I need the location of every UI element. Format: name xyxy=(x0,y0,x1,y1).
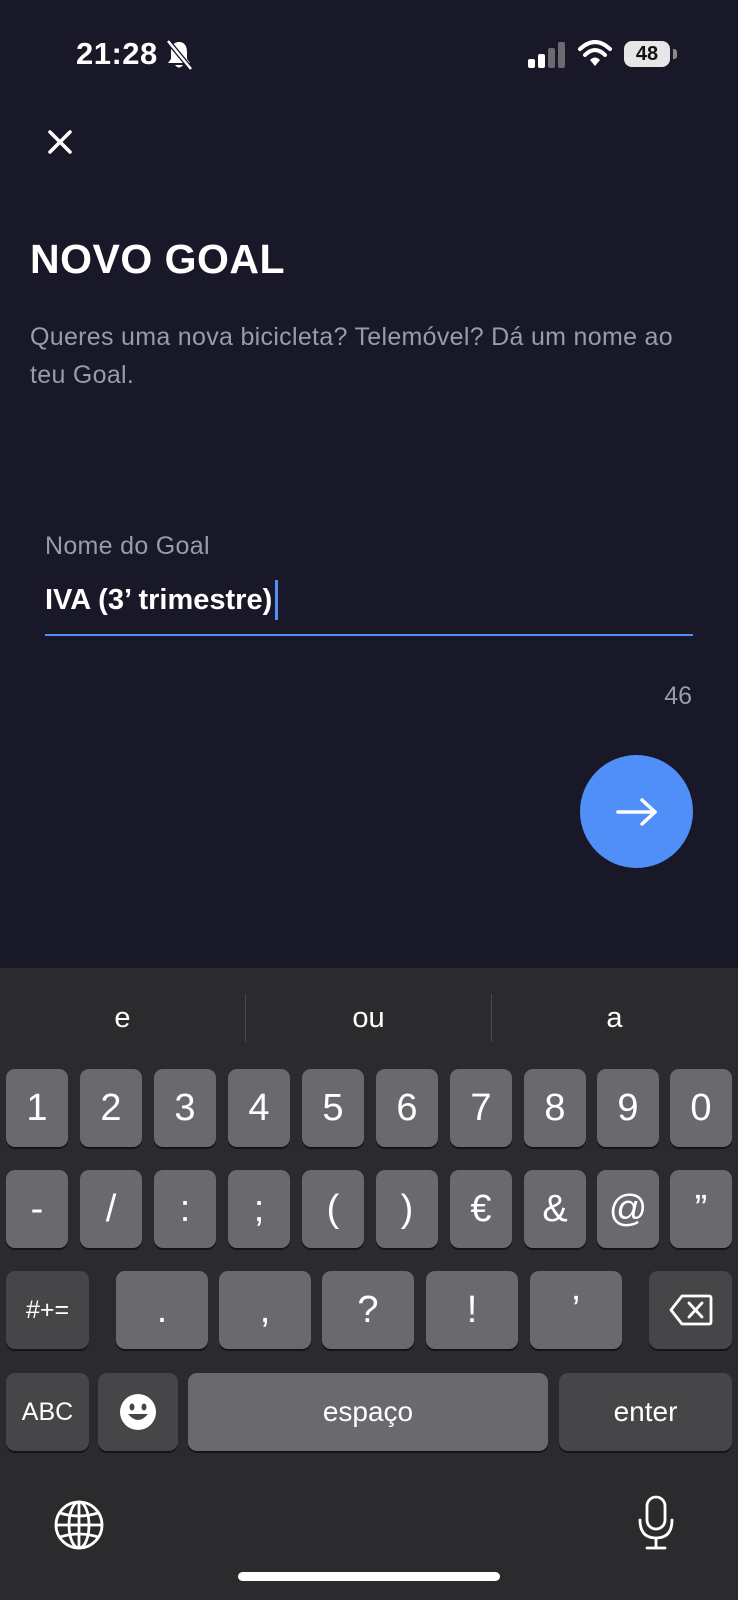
key-close-paren[interactable]: ) xyxy=(376,1170,438,1248)
keyboard: e ou a 1 2 3 4 5 6 7 8 9 0 - / : ; ( ) €… xyxy=(0,968,738,1600)
key-euro[interactable]: € xyxy=(450,1170,512,1248)
delete-key[interactable] xyxy=(649,1271,732,1349)
cellular-signal-icon xyxy=(528,42,565,68)
page-title: NOVO GOAL xyxy=(30,236,286,282)
key-exclamation[interactable]: ! xyxy=(426,1271,518,1349)
key-6[interactable]: 6 xyxy=(376,1069,438,1147)
microphone-icon[interactable] xyxy=(636,1494,676,1552)
page-subtitle: Queres uma nova bicicleta? Telemóvel? Dá… xyxy=(30,323,673,389)
emoji-icon xyxy=(120,1394,156,1430)
key-ampersand[interactable]: & xyxy=(524,1170,586,1248)
key-symbols-toggle[interactable]: #+= xyxy=(6,1271,89,1349)
battery-tip xyxy=(673,49,677,59)
key-0[interactable]: 0 xyxy=(670,1069,732,1147)
goal-name-label: Nome do Goal xyxy=(45,532,210,560)
key-hyphen[interactable]: - xyxy=(6,1170,68,1248)
goal-name-underline xyxy=(45,634,693,636)
key-slash[interactable]: / xyxy=(80,1170,142,1248)
goal-name-value: IVA (3’ trimestre) xyxy=(45,583,273,616)
goal-name-input[interactable]: IVA (3’ trimestre) xyxy=(45,580,279,620)
key-8[interactable]: 8 xyxy=(524,1069,586,1147)
battery-indicator: 48 xyxy=(624,41,677,67)
key-apostrophe[interactable]: ’ xyxy=(530,1271,622,1349)
suggestion-2[interactable]: ou xyxy=(246,968,491,1068)
key-3[interactable]: 3 xyxy=(154,1069,216,1147)
close-icon[interactable] xyxy=(40,122,80,162)
key-9[interactable]: 9 xyxy=(597,1069,659,1147)
key-abc[interactable]: ABC xyxy=(6,1373,89,1451)
char-count: 46 xyxy=(664,682,692,710)
backspace-icon xyxy=(669,1294,712,1326)
key-semicolon[interactable]: ; xyxy=(228,1170,290,1248)
emoji-key[interactable] xyxy=(98,1373,178,1451)
app-screen: 21:28 48 NOVO GOAL Queres uma nova bicic… xyxy=(0,0,738,1600)
key-question[interactable]: ? xyxy=(322,1271,414,1349)
space-key[interactable]: espaço xyxy=(188,1373,548,1451)
home-indicator[interactable] xyxy=(238,1572,500,1581)
arrow-right-icon xyxy=(615,797,657,826)
key-comma[interactable]: , xyxy=(219,1271,311,1349)
suggestion-bar: e ou a xyxy=(0,968,738,1068)
battery-level: 48 xyxy=(624,41,670,67)
globe-icon[interactable] xyxy=(53,1499,105,1551)
key-colon[interactable]: : xyxy=(154,1170,216,1248)
key-quote[interactable]: ” xyxy=(670,1170,732,1248)
key-7[interactable]: 7 xyxy=(450,1069,512,1147)
suggestion-3[interactable]: a xyxy=(492,968,737,1068)
status-bar: 21:28 48 xyxy=(0,0,738,110)
key-at[interactable]: @ xyxy=(597,1170,659,1248)
key-open-paren[interactable]: ( xyxy=(302,1170,364,1248)
enter-key[interactable]: enter xyxy=(559,1373,732,1451)
key-2[interactable]: 2 xyxy=(80,1069,142,1147)
key-5[interactable]: 5 xyxy=(302,1069,364,1147)
key-4[interactable]: 4 xyxy=(228,1069,290,1147)
key-period[interactable]: . xyxy=(116,1271,208,1349)
wifi-icon xyxy=(578,40,612,66)
next-button[interactable] xyxy=(580,755,693,868)
suggestion-1[interactable]: e xyxy=(0,968,245,1068)
status-time: 21:28 xyxy=(76,36,158,71)
text-caret xyxy=(275,580,279,620)
bell-slash-icon xyxy=(166,39,193,71)
key-1[interactable]: 1 xyxy=(6,1069,68,1147)
